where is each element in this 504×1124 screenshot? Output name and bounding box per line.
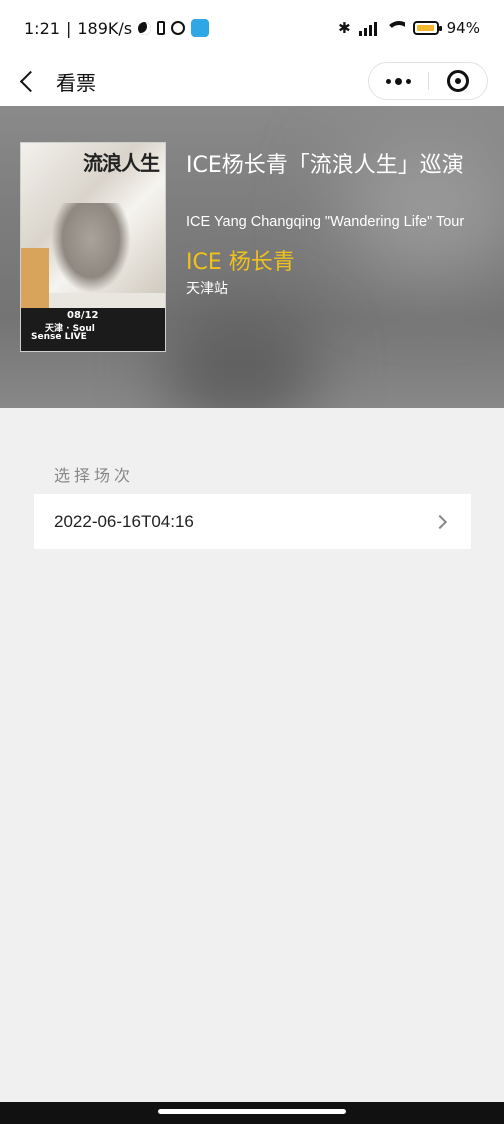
status-left: 1:21 | 189K/s (24, 18, 210, 38)
event-poster: 流浪人生 08/12 天津 · Soul Sense LIVE (20, 142, 166, 352)
battery-fill (416, 25, 434, 31)
more-dot-icon (385, 78, 391, 84)
poster-date: 08/12 (67, 310, 99, 321)
more-button[interactable] (369, 63, 428, 99)
event-city: 天津站 (186, 281, 228, 297)
poster-accent (21, 248, 49, 308)
vibrate-icon (157, 21, 166, 35)
more-dot-icon (394, 77, 402, 85)
battery-icon (412, 21, 442, 35)
chevron-right-icon (432, 514, 448, 529)
miniprogram-capsule (368, 62, 488, 100)
more-dot-icon (405, 78, 411, 84)
status-time: 1:21 (24, 18, 60, 38)
nav-bar: 看票 (0, 56, 504, 106)
page-title: 看票 (56, 70, 96, 95)
cloud-app-icon (191, 19, 210, 37)
poster-figure (51, 203, 131, 293)
poster-line-2: Sense LIVE (31, 332, 87, 342)
event-subtitle: ICE Yang Changqing "Wandering Life" Tour (186, 214, 465, 230)
session-datetime: 2022-06-16T04:16 (54, 511, 194, 531)
alarm-icon (171, 21, 186, 35)
session-section-label: 选择场次 (54, 466, 135, 485)
status-right: ✱ 94% (338, 19, 480, 37)
battery-percent: 94% (446, 19, 480, 37)
session-item[interactable]: 2022-06-16T04:16 (34, 494, 471, 549)
wifi-icon (384, 21, 405, 35)
moon-icon (138, 21, 152, 35)
home-indicator[interactable] (158, 1109, 346, 1114)
background-blur (160, 306, 320, 408)
back-button[interactable] (16, 69, 40, 93)
event-artist: ICE 杨长青 (186, 250, 295, 275)
event-title: ICE杨长青「流浪人生」巡演 (186, 153, 464, 178)
status-bar: 1:21 | 189K/s ✱ 94% (0, 0, 504, 56)
event-header: 流浪人生 08/12 天津 · Soul Sense LIVE ICE杨长青「流… (0, 106, 504, 408)
target-icon (446, 70, 469, 92)
hd-signal-icon (358, 20, 377, 36)
network-speed: 189K/s (77, 18, 133, 38)
poster-title: 流浪人生 (83, 151, 160, 175)
status-separator: | (65, 18, 72, 38)
bluetooth-icon: ✱ (338, 19, 351, 37)
close-miniprogram-button[interactable] (429, 63, 488, 99)
